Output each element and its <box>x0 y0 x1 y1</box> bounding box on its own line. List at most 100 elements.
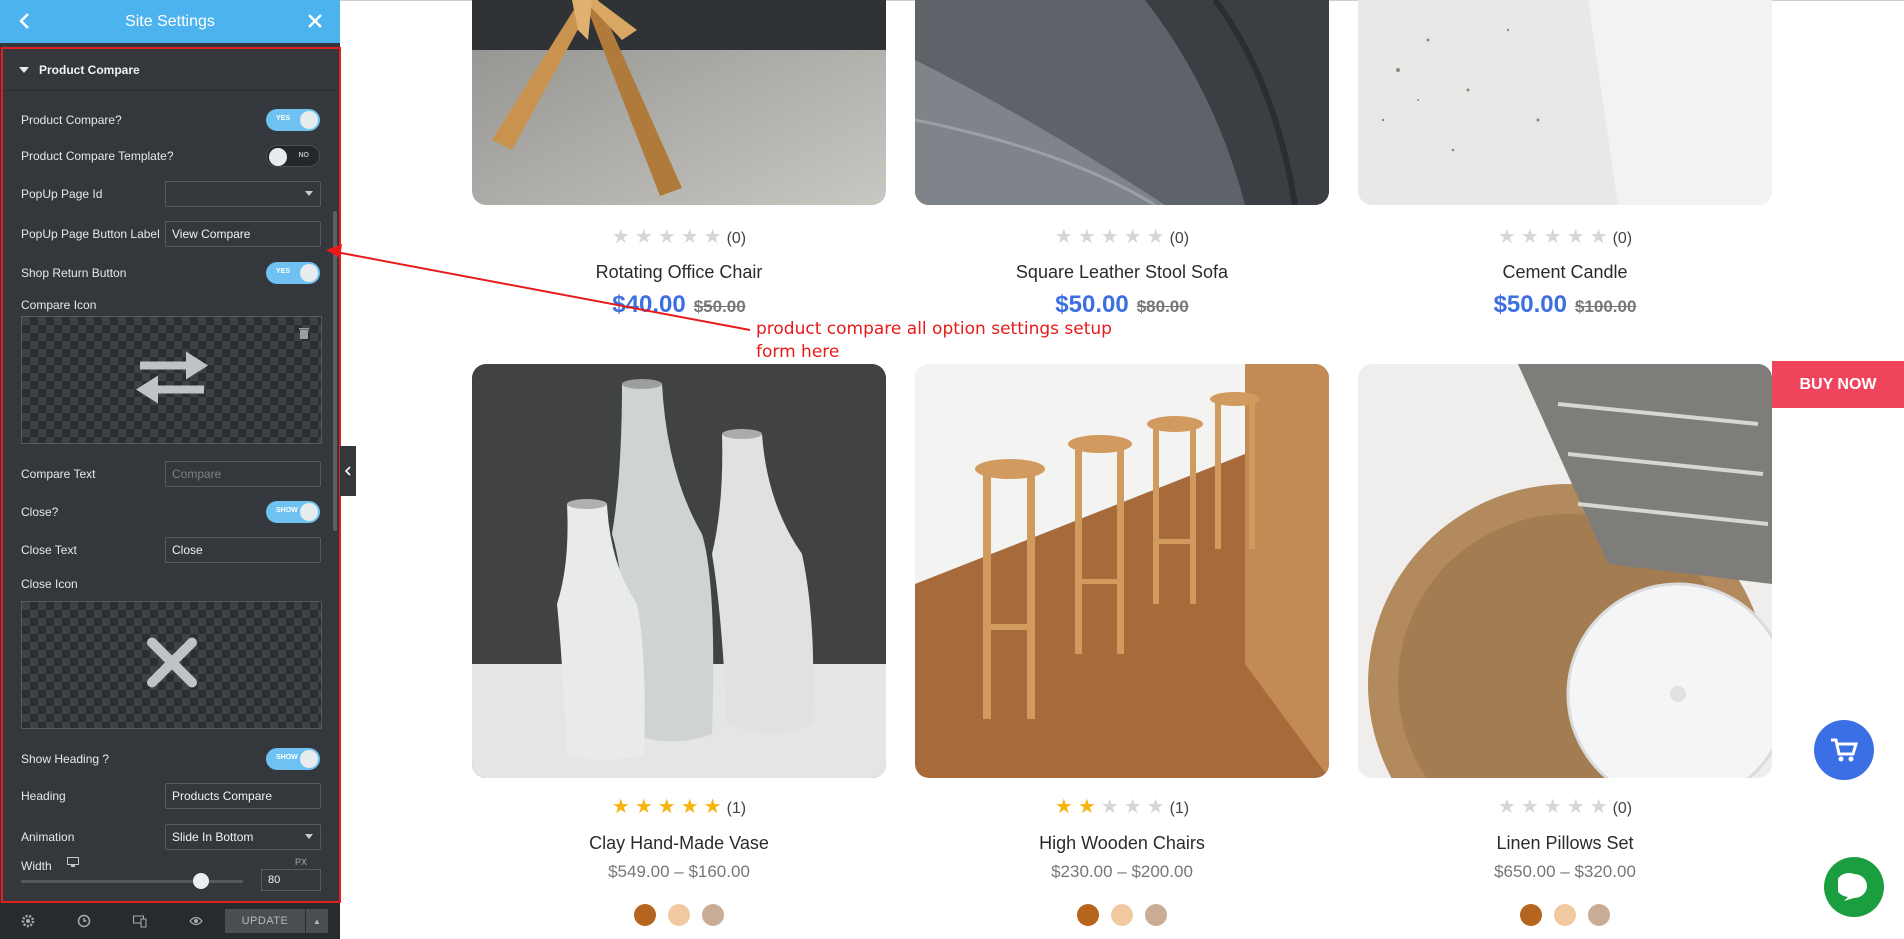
rating-stars: ★★★★★(1) <box>472 794 886 819</box>
label-popup-page-id: PopUp Page Id <box>21 187 103 201</box>
color-swatch[interactable] <box>1588 904 1610 926</box>
color-swatch[interactable] <box>702 904 724 926</box>
width-slider-handle[interactable] <box>193 873 209 889</box>
product-name[interactable]: Square Leather Stool Sofa <box>915 262 1329 283</box>
popup-page-id-select[interactable] <box>165 181 321 207</box>
product-price-range: $650.00 – $320.00 <box>1494 862 1636 881</box>
toggle-compare-template[interactable]: NO <box>266 145 320 167</box>
close-text-input[interactable]: Close <box>165 537 321 563</box>
product-price-range: $549.00 – $160.00 <box>608 862 750 881</box>
rating-stars: ★★★★★(0) <box>472 224 886 249</box>
toggle-close[interactable]: SHOW <box>266 501 320 523</box>
unit-selector[interactable]: PX <box>295 857 307 867</box>
label-animation: Animation <box>21 830 75 844</box>
product-name[interactable]: Rotating Office Chair <box>472 262 886 283</box>
back-chevron-icon[interactable] <box>10 6 40 36</box>
label-compare-template: Product Compare Template? <box>21 149 174 163</box>
product-name[interactable]: Clay Hand-Made Vase <box>472 833 886 854</box>
section-toggle-product-compare[interactable]: Product Compare <box>3 49 339 91</box>
responsive-icon[interactable] <box>112 903 168 939</box>
sale-price: $50.00 <box>1055 291 1129 318</box>
star-icon: ★ <box>1566 226 1590 248</box>
product-image-cement-candle[interactable] <box>1358 0 1772 205</box>
star-icon: ★ <box>611 226 635 248</box>
review-count: (0) <box>726 230 747 247</box>
rating-stars: ★★★★★(0) <box>915 224 1329 249</box>
star-icon: ★ <box>1146 796 1170 818</box>
star-icon: ★ <box>680 796 704 818</box>
toggle-text: YES <box>276 115 291 122</box>
color-swatch[interactable] <box>1554 904 1576 926</box>
star-icon: ★ <box>1497 796 1521 818</box>
label-shop-return: Shop Return Button <box>21 266 127 280</box>
color-swatch[interactable] <box>668 904 690 926</box>
row-heading: Heading Products Compare <box>3 781 339 811</box>
product-price: $50.00 $100.00 <box>1358 291 1772 319</box>
row-close: Close? SHOW <box>3 497 339 527</box>
label-close: Close? <box>21 505 59 519</box>
product-image-wooden-chairs[interactable] <box>915 364 1329 778</box>
star-icon: ★ <box>634 226 658 248</box>
width-slider[interactable] <box>21 880 243 883</box>
toggle-text: SHOW <box>276 507 298 514</box>
star-icon: ★ <box>1077 796 1101 818</box>
gear-icon[interactable] <box>0 903 56 939</box>
row-close-icon: Close Icon <box>3 569 339 599</box>
trash-icon[interactable] <box>297 327 311 341</box>
sale-price: $40.00 <box>612 291 686 318</box>
star-icon: ★ <box>1054 796 1078 818</box>
original-price: $100.00 <box>1574 297 1637 316</box>
update-options-caret-icon[interactable]: ▲ <box>306 909 328 933</box>
row-show-heading: Show Heading ? SHOW <box>3 744 339 774</box>
star-icon: ★ <box>657 796 681 818</box>
star-icon: ★ <box>611 796 635 818</box>
color-swatch[interactable] <box>1145 904 1167 926</box>
star-icon: ★ <box>703 226 727 248</box>
toggle-text: SHOW <box>276 754 298 761</box>
color-swatch[interactable] <box>634 904 656 926</box>
chat-button[interactable] <box>1824 857 1884 917</box>
panel-header: Site Settings <box>0 0 340 43</box>
color-swatch[interactable] <box>1520 904 1542 926</box>
color-swatch[interactable] <box>1111 904 1133 926</box>
star-icon: ★ <box>703 796 727 818</box>
update-button[interactable]: UPDATE <box>225 909 305 933</box>
original-price: $50.00 <box>693 297 746 316</box>
color-swatch[interactable] <box>1077 904 1099 926</box>
cart-button[interactable] <box>1814 720 1874 780</box>
monitor-icon[interactable] <box>67 857 79 870</box>
animation-select[interactable]: Slide In Bottom <box>165 824 321 850</box>
width-input[interactable]: 80 <box>261 869 321 891</box>
product-name[interactable]: Linen Pillows Set <box>1358 833 1772 854</box>
product-name[interactable]: Cement Candle <box>1358 262 1772 283</box>
cart-icon <box>1831 738 1858 762</box>
label-compare-text: Compare Text <box>21 467 96 481</box>
product-image-leather-sofa[interactable] <box>915 0 1329 205</box>
product-image-clay-vase[interactable] <box>472 364 886 778</box>
toggle-shop-return[interactable]: YES <box>266 262 320 284</box>
eye-icon[interactable] <box>168 903 224 939</box>
product-image-linen-pillows[interactable] <box>1358 364 1772 778</box>
star-icon: ★ <box>1077 226 1101 248</box>
row-product-compare: Product Compare? YES <box>3 105 339 135</box>
product-name[interactable]: High Wooden Chairs <box>915 833 1329 854</box>
close-icon-media-picker[interactable] <box>21 601 322 729</box>
color-swatches <box>1358 904 1772 931</box>
rating-stars: ★★★★★(0) <box>1358 224 1772 249</box>
heading-input[interactable]: Products Compare <box>165 783 321 809</box>
history-icon[interactable] <box>56 903 112 939</box>
close-icon[interactable] <box>300 6 330 36</box>
label-close-text: Close Text <box>21 543 77 557</box>
chat-icon <box>1838 873 1867 901</box>
star-icon: ★ <box>1589 796 1613 818</box>
product-image-office-chair[interactable] <box>472 0 886 205</box>
toggle-product-compare[interactable]: YES <box>266 109 320 131</box>
popup-button-label-input[interactable]: View Compare <box>165 221 321 247</box>
compare-icon-media-picker[interactable] <box>21 316 322 444</box>
buy-now-button[interactable]: BUY NOW <box>1772 361 1904 408</box>
product-price: $40.00 $50.00 <box>472 291 886 319</box>
collapse-panel-button[interactable] <box>340 446 356 496</box>
toggle-show-heading[interactable]: SHOW <box>266 748 320 770</box>
rating-stars: ★★★★★(0) <box>1358 794 1772 819</box>
compare-text-input[interactable]: Compare <box>165 461 321 487</box>
